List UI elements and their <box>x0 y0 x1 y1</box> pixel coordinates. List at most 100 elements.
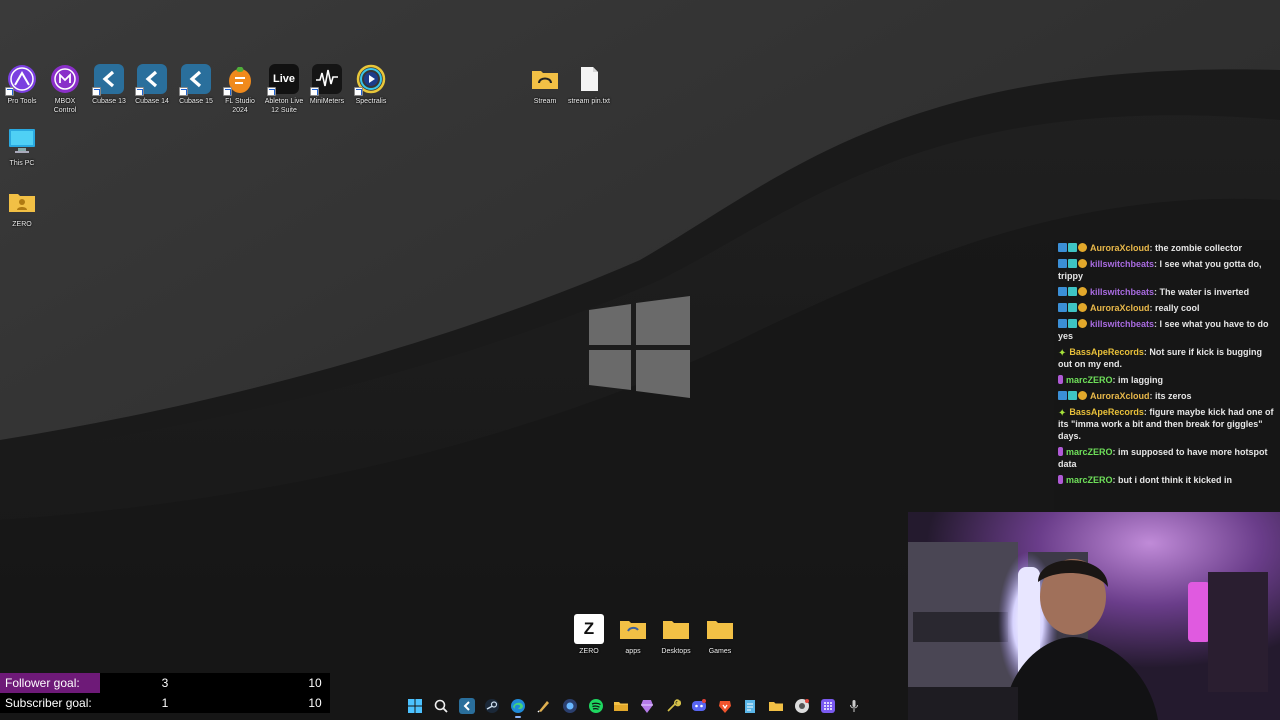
taskbar-mic[interactable] <box>844 696 864 716</box>
gold-badge-icon <box>1078 319 1087 328</box>
desktop-icon-stream-pin-txt[interactable]: stream pin.txt <box>567 64 611 106</box>
purple-badge-icon <box>1058 375 1063 384</box>
notepad-icon <box>745 700 756 713</box>
teal-badge-icon <box>1068 259 1077 268</box>
desktop-icon-minimeters[interactable]: MiniMeters <box>305 64 349 106</box>
chat-text: I see what you gotta do, trippy <box>1058 259 1262 281</box>
desktop-icon-label: ZERO <box>12 221 32 228</box>
gem-icon <box>641 700 654 713</box>
ableton-live-icon-text: Live <box>272 73 295 85</box>
pen-tool-icon <box>537 701 549 713</box>
folder-icon <box>705 614 735 644</box>
taskbar-pen-tool[interactable] <box>534 696 554 716</box>
start-button[interactable] <box>405 696 425 716</box>
chat-message: AuroraXcloud: the zombie collector <box>1054 240 1280 256</box>
shortcut-arrow-icon <box>179 87 188 96</box>
cubase-icon <box>135 64 167 96</box>
taskbar-grid-app[interactable] <box>818 696 838 716</box>
steam-icon <box>485 699 500 713</box>
desktop-icon-pro-tools[interactable]: Pro Tools <box>0 64 44 106</box>
chat-text: but i dont think it kicked in <box>1118 475 1233 485</box>
blue-badge-icon <box>1058 243 1067 252</box>
blue-badge-icon <box>1058 319 1067 328</box>
chat-text: The water is inverted <box>1159 287 1250 297</box>
chat-username[interactable]: BassApeRecords <box>1069 347 1144 357</box>
chat-username[interactable]: killswitchbeats <box>1090 259 1154 269</box>
desktop-icon-label: Spectralis <box>355 98 387 105</box>
blue-badge-icon <box>1058 259 1067 268</box>
zero-app-icon: Z <box>574 614 604 644</box>
brave-icon <box>718 701 731 713</box>
taskbar-edge[interactable] <box>508 696 528 718</box>
desktop-icon-spectralis[interactable]: Spectralis <box>349 64 393 106</box>
folder-icon <box>661 614 691 644</box>
subscriber-goal-row: Subscriber goal: 1 10 <box>0 693 330 713</box>
chat-username[interactable]: killswitchbeats <box>1090 287 1154 297</box>
chat-username[interactable]: AuroraXcloud <box>1090 303 1150 313</box>
user-folder-icon <box>7 187 37 217</box>
chat-username[interactable]: marcZERO <box>1066 375 1113 385</box>
chat-message: marcZERO: im supposed to have more hotsp… <box>1054 444 1280 472</box>
desktop-icon-apps[interactable]: apps <box>611 614 655 656</box>
chat-message: ✦ BassApeRecords: figure maybe kick had o… <box>1054 404 1280 444</box>
desktop-icon-zero-user[interactable]: ZERO <box>0 187 44 229</box>
desktop-icon-this-pc[interactable]: This PC <box>0 126 44 168</box>
teal-badge-icon <box>1068 287 1077 296</box>
chat-username[interactable]: AuroraXcloud <box>1090 243 1150 253</box>
taskbar-steam[interactable] <box>482 696 502 716</box>
chat-text: its zeros <box>1155 391 1192 401</box>
spotify-icon <box>588 699 603 713</box>
desktop-icon-games[interactable]: Games <box>698 614 742 656</box>
taskbar-gem[interactable] <box>637 696 657 716</box>
desktop-icon-ableton-live[interactable]: Live Ableton Live 12 Suite <box>262 64 306 115</box>
green-badge-icon: ✦ <box>1058 348 1067 359</box>
chat-username[interactable]: AuroraXcloud <box>1090 391 1150 401</box>
taskbar-cubase[interactable] <box>457 696 477 716</box>
desktop-icon-cubase-13[interactable]: Cubase 13 <box>87 64 131 106</box>
taskbar-tool[interactable] <box>663 696 683 716</box>
taskbar-app-shield[interactable] <box>560 696 580 716</box>
chat-text: im lagging <box>1118 375 1164 385</box>
discord-icon <box>691 699 706 711</box>
subscriber-goal-current: 1 <box>161 696 169 710</box>
chat-message: killswitchbeats: I see what you gotta do… <box>1054 256 1280 284</box>
taskbar-folder[interactable] <box>766 696 786 716</box>
fl-studio-icon <box>223 64 255 96</box>
chat-username[interactable]: killswitchbeats <box>1090 319 1154 329</box>
gold-badge-icon <box>1078 287 1087 296</box>
folder-icon <box>530 64 560 94</box>
zero-app-icon-text: Z <box>583 619 595 638</box>
taskbar-spotify[interactable] <box>586 696 606 716</box>
this-pc-icon <box>7 126 37 156</box>
desktop-icon-stream[interactable]: Stream <box>523 64 567 106</box>
chat-message: marcZERO: but i dont think it kicked in <box>1054 472 1280 488</box>
desktop-icon-zero-app[interactable]: Z ZERO <box>567 614 611 656</box>
chat-username[interactable]: marcZERO <box>1066 475 1113 485</box>
taskbar-notepad[interactable] <box>740 696 760 716</box>
follower-goal-row: Follower goal: 3 10 <box>0 673 330 693</box>
chat-message: marcZERO: im lagging <box>1054 372 1280 388</box>
spectralis-icon <box>354 64 386 96</box>
taskbar-discord[interactable] <box>689 696 709 716</box>
desktop-icon-cubase-15[interactable]: Cubase 15 <box>174 64 218 106</box>
text-file-icon <box>574 64 604 94</box>
shortcut-arrow-icon <box>310 87 319 96</box>
gold-badge-icon <box>1078 391 1087 400</box>
chat-username[interactable]: marcZERO <box>1066 447 1113 457</box>
taskbar-brave[interactable] <box>715 696 735 716</box>
taskbar-chrome[interactable] <box>792 696 812 716</box>
desktop-icon-cubase-14[interactable]: Cubase 14 <box>130 64 174 106</box>
search-button[interactable] <box>431 696 451 716</box>
shortcut-arrow-icon <box>354 87 363 96</box>
desktop-icon-mbox-control[interactable]: MBOX Control <box>43 64 87 115</box>
tool-icon <box>667 699 681 712</box>
edge-icon <box>511 699 526 713</box>
desktop-icon-desktops[interactable]: Desktops <box>654 614 698 656</box>
desktop-icon-fl-studio[interactable]: FL Studio 2024 <box>218 64 262 115</box>
subscriber-goal-label: Subscriber goal: <box>0 693 100 713</box>
taskbar-file-explorer[interactable] <box>611 696 631 716</box>
gold-badge-icon <box>1078 259 1087 268</box>
chrome-icon <box>794 699 809 713</box>
taskbar <box>405 694 870 718</box>
chat-username[interactable]: BassApeRecords <box>1069 407 1144 417</box>
